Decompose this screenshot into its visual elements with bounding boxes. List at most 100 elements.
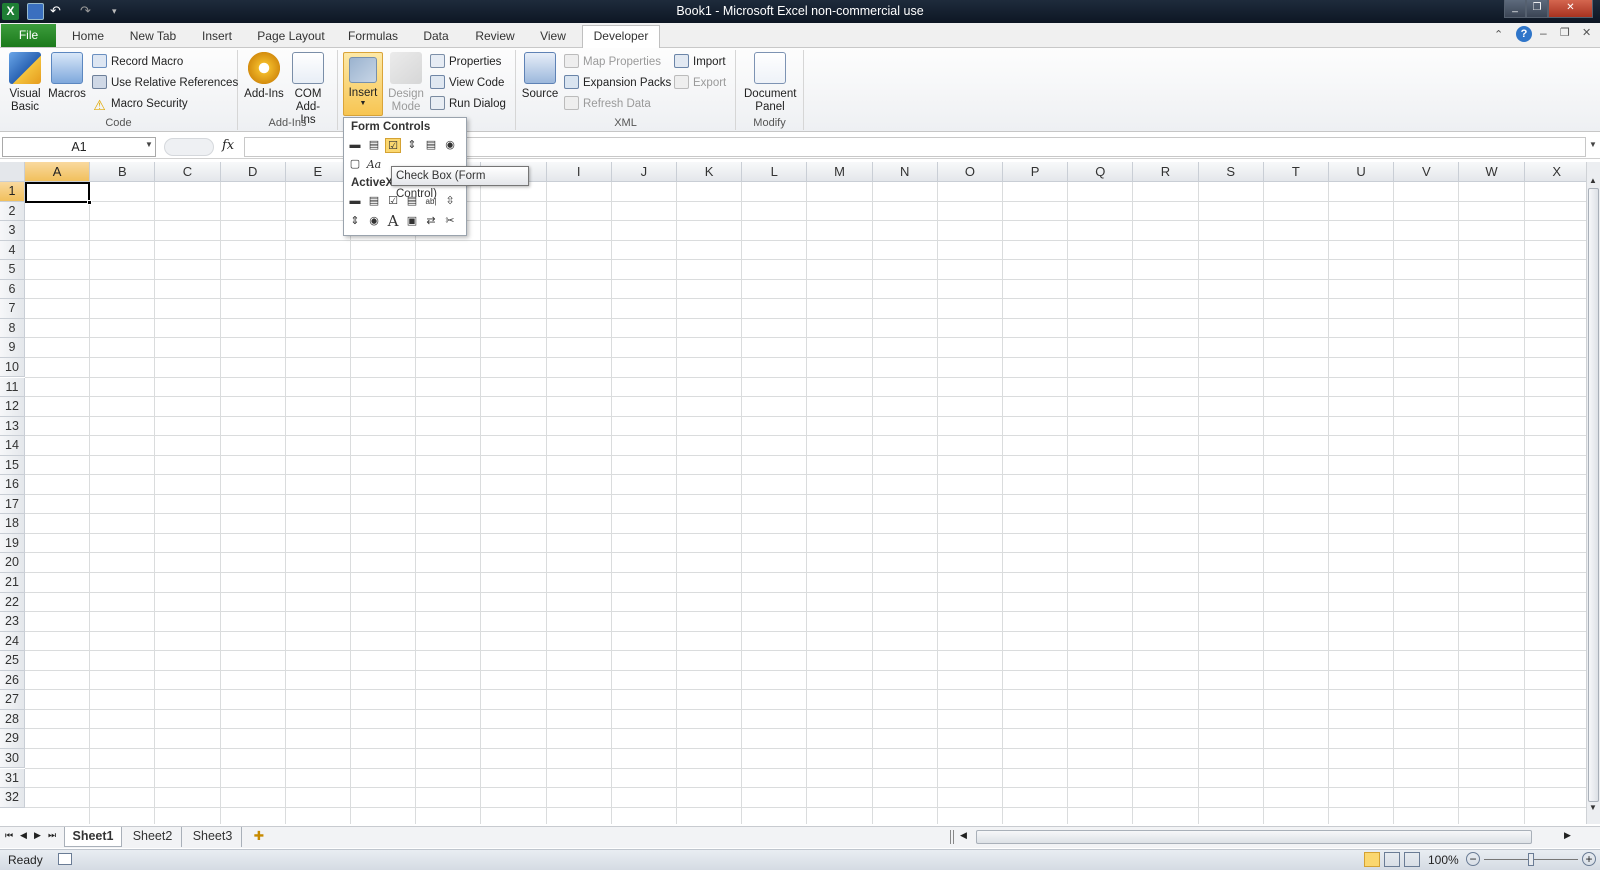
com-add-ins-button[interactable]: COM Add-Ins: [286, 52, 330, 127]
workbook-close-icon[interactable]: ✕: [1582, 26, 1591, 39]
tab-home[interactable]: Home: [64, 26, 112, 48]
scroll-down-icon[interactable]: ▼: [1589, 803, 1597, 812]
column-header-s[interactable]: S: [1198, 162, 1264, 182]
normal-view-icon[interactable]: [1364, 852, 1380, 867]
activex-combo-box-icon[interactable]: ▤: [366, 194, 382, 209]
row-header-18[interactable]: 18: [0, 514, 25, 534]
restore-button[interactable]: ❐: [1526, 0, 1548, 18]
row-header-16[interactable]: 16: [0, 475, 25, 495]
document-panel-button[interactable]: Document Panel: [740, 52, 800, 114]
column-header-l[interactable]: L: [742, 162, 808, 182]
expansion-packs-button[interactable]: Expansion Packs: [564, 73, 671, 93]
column-header-e[interactable]: E: [285, 162, 351, 182]
visual-basic-button[interactable]: Visual Basic: [4, 52, 46, 114]
label-control-icon[interactable]: Aa: [366, 157, 382, 172]
row-header-15[interactable]: 15: [0, 455, 25, 476]
macros-button[interactable]: Macros: [46, 52, 88, 101]
spin-button-control-icon[interactable]: ⇕: [404, 138, 420, 153]
row-header-30[interactable]: 30: [0, 748, 25, 769]
properties-button[interactable]: Properties: [430, 52, 501, 72]
run-dialog-button[interactable]: Run Dialog: [430, 94, 506, 114]
hscroll-right-icon[interactable]: ▶: [1564, 830, 1571, 841]
column-header-k[interactable]: K: [677, 162, 743, 182]
row-header-7[interactable]: 7: [0, 299, 25, 319]
last-sheet-icon[interactable]: ⏭: [48, 830, 56, 841]
active-cell[interactable]: [25, 182, 90, 203]
page-layout-view-icon[interactable]: [1384, 852, 1400, 867]
row-header-6[interactable]: 6: [0, 279, 25, 300]
column-header-n[interactable]: N: [872, 162, 938, 182]
row-header-25[interactable]: 25: [0, 651, 25, 671]
button-control-icon[interactable]: ▬: [347, 138, 363, 153]
zoom-level[interactable]: 100%: [1428, 853, 1459, 867]
refresh-data-button[interactable]: Refresh Data: [564, 94, 651, 114]
hscroll-left-icon[interactable]: ◀: [960, 830, 967, 841]
tab-review[interactable]: Review: [468, 26, 522, 48]
group-box-control-icon[interactable]: ▢: [347, 157, 363, 172]
minimize-button[interactable]: _: [1504, 0, 1526, 18]
row-header-4[interactable]: 4: [0, 240, 25, 261]
row-header-9[interactable]: 9: [0, 338, 25, 358]
page-break-view-icon[interactable]: [1404, 852, 1420, 867]
activex-label-icon[interactable]: A: [385, 214, 401, 229]
row-header-17[interactable]: 17: [0, 494, 25, 515]
vertical-scroll-thumb[interactable]: [1588, 188, 1599, 802]
tab-formulas[interactable]: Formulas: [342, 26, 404, 48]
zoom-out-icon[interactable]: −: [1466, 852, 1480, 866]
import-button[interactable]: Import: [674, 52, 726, 72]
row-header-21[interactable]: 21: [0, 573, 25, 593]
use-relative-references-button[interactable]: Use Relative References: [92, 73, 238, 93]
tab-new-tab[interactable]: New Tab: [122, 26, 184, 48]
horizontal-scroll-thumb[interactable]: [976, 830, 1532, 844]
record-macro-button[interactable]: Record Macro: [92, 52, 183, 72]
help-icon[interactable]: ?: [1516, 26, 1532, 42]
first-sheet-icon[interactable]: ⏮: [5, 830, 13, 841]
activex-image-icon[interactable]: ▣: [404, 214, 420, 229]
row-header-2[interactable]: 2: [0, 201, 25, 222]
column-header-b[interactable]: B: [90, 162, 156, 182]
row-header-14[interactable]: 14: [0, 436, 25, 456]
column-header-t[interactable]: T: [1263, 162, 1329, 182]
insert-function-icon[interactable]: fx: [222, 138, 234, 153]
column-header-c[interactable]: C: [155, 162, 221, 182]
row-header-1[interactable]: 1: [0, 182, 25, 202]
activex-spin-button-icon[interactable]: ⇕: [347, 214, 363, 229]
column-header-r[interactable]: R: [1133, 162, 1199, 182]
workbook-minimize-icon[interactable]: –: [1540, 26, 1547, 40]
column-header-p[interactable]: P: [1003, 162, 1069, 182]
list-box-control-icon[interactable]: ▤: [423, 138, 439, 153]
tab-file[interactable]: File: [1, 24, 56, 47]
column-header-a[interactable]: A: [25, 162, 91, 182]
view-code-button[interactable]: View Code: [430, 73, 504, 93]
row-header-22[interactable]: 22: [0, 592, 25, 613]
name-box-dropdown-icon[interactable]: ▼: [145, 140, 153, 149]
next-sheet-icon[interactable]: ▶: [34, 830, 41, 841]
workbook-restore-icon[interactable]: ❐: [1560, 26, 1570, 39]
column-header-i[interactable]: I: [546, 162, 612, 182]
close-button[interactable]: ✕: [1548, 0, 1593, 18]
activex-toggle-button-icon[interactable]: ⇄: [423, 214, 439, 229]
more-controls-icon[interactable]: ✂: [442, 214, 458, 229]
row-header-12[interactable]: 12: [0, 397, 25, 417]
fill-handle[interactable]: [87, 200, 92, 205]
row-header-11[interactable]: 11: [0, 377, 25, 398]
row-header-29[interactable]: 29: [0, 729, 25, 749]
map-properties-button[interactable]: Map Properties: [564, 52, 661, 72]
column-header-q[interactable]: Q: [1068, 162, 1134, 182]
row-header-19[interactable]: 19: [0, 533, 25, 554]
column-header-j[interactable]: J: [611, 162, 677, 182]
activex-scroll-bar-icon[interactable]: ⇳: [442, 194, 458, 209]
option-button-control-icon[interactable]: ◉: [442, 138, 458, 153]
tab-data[interactable]: Data: [416, 26, 456, 48]
check-box-control-icon[interactable]: ☑: [385, 138, 401, 153]
source-button[interactable]: Source: [520, 52, 560, 101]
row-header-31[interactable]: 31: [0, 768, 25, 789]
prev-sheet-icon[interactable]: ◀: [20, 830, 27, 841]
tab-page-layout[interactable]: Page Layout: [252, 26, 330, 48]
row-header-28[interactable]: 28: [0, 709, 25, 730]
row-header-26[interactable]: 26: [0, 670, 25, 691]
activex-button-icon[interactable]: ▬: [347, 194, 363, 209]
macro-security-button[interactable]: ⚠ Macro Security: [92, 94, 187, 114]
row-header-10[interactable]: 10: [0, 357, 25, 378]
row-header-13[interactable]: 13: [0, 416, 25, 437]
